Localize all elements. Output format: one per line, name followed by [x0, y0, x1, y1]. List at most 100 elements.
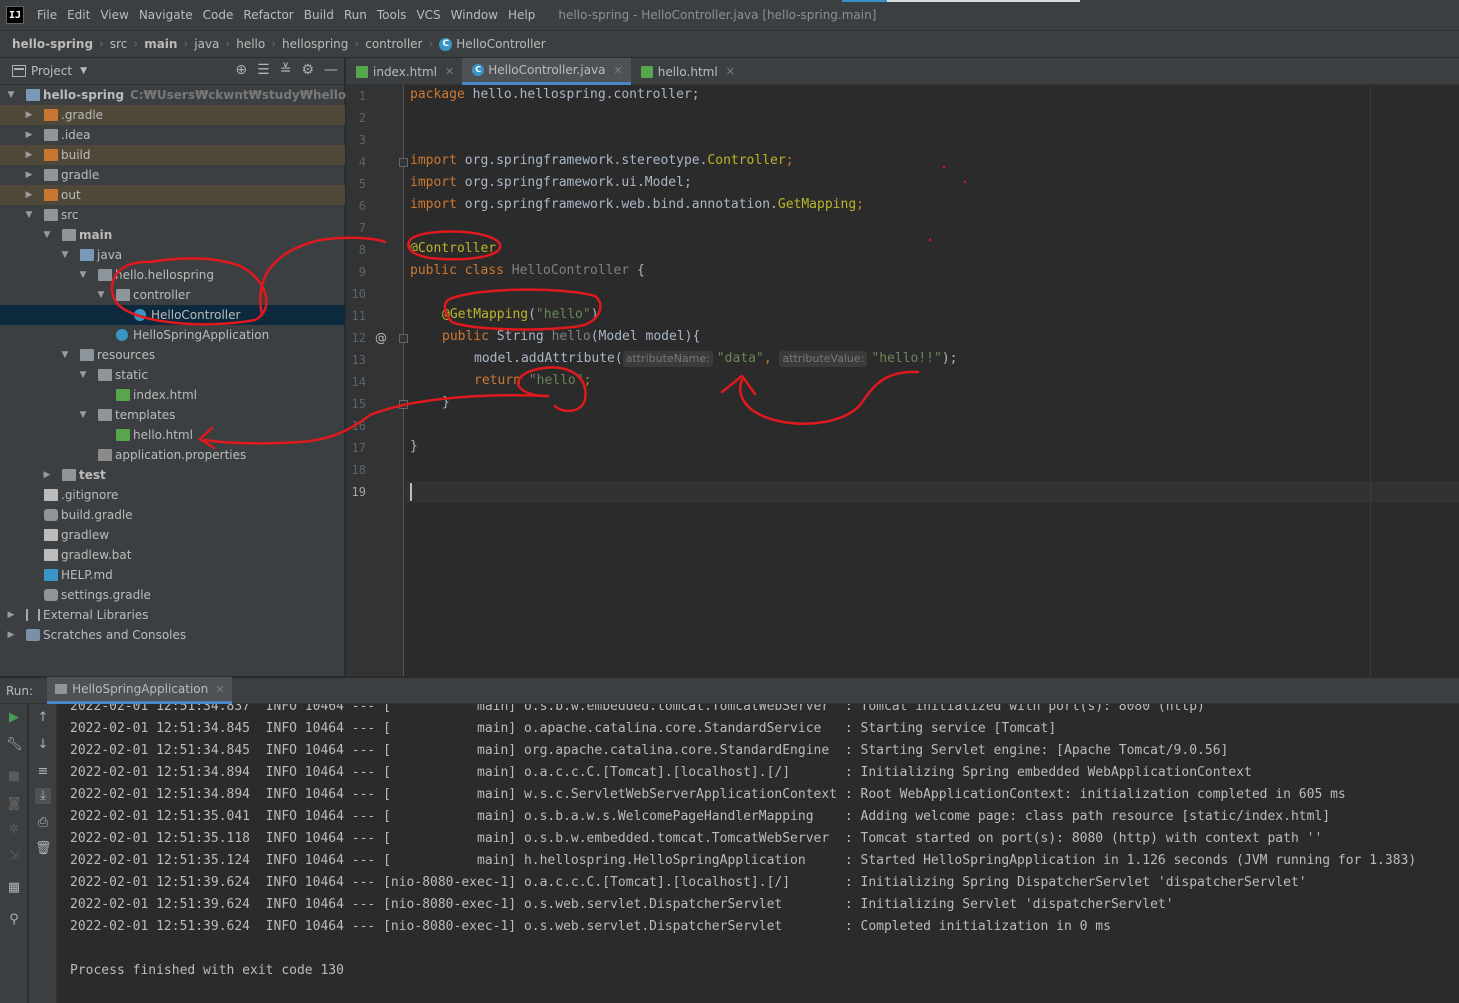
chevron-right-icon[interactable]: ▶	[41, 465, 53, 485]
trash-icon[interactable]: 🗑︎	[35, 841, 52, 857]
tree-item-controller[interactable]: ▼ controller	[0, 285, 345, 305]
tree-item-test[interactable]: ▶ test	[0, 465, 345, 485]
chevron-right-icon[interactable]: ▶	[23, 185, 35, 205]
chevron-down-icon[interactable]: ▼	[59, 345, 71, 365]
tab-hellocontroller-java[interactable]: C HelloController.java ✕	[462, 58, 631, 85]
breadcrumb-java[interactable]: java	[194, 37, 219, 51]
up-arrow-icon[interactable]: ↑	[35, 710, 51, 726]
menu-code[interactable]: Code	[198, 0, 239, 30]
tree-item-resources[interactable]: ▼ resources	[0, 345, 345, 365]
gear-icon[interactable]: ⚙	[301, 62, 314, 78]
breadcrumb-hello[interactable]: hello	[236, 37, 265, 51]
pin-icon[interactable]: ⚲	[6, 912, 22, 928]
chevron-right-icon[interactable]: ▶	[23, 165, 35, 185]
chevron-down-icon[interactable]: ▼	[77, 365, 89, 385]
tab-index-html[interactable]: index.html ✕	[346, 58, 462, 85]
tree-item-src[interactable]: ▼ src	[0, 205, 345, 225]
print-icon[interactable]: ⎙	[35, 815, 51, 831]
chevron-right-icon[interactable]: ▶	[23, 145, 35, 165]
chevron-right-icon[interactable]: ▶	[23, 105, 35, 125]
code-editor[interactable]: 1 2 3 4 5 6 7 8 9 10 11 12 13 14 15 16 1…	[346, 85, 1459, 676]
close-icon[interactable]: ✕	[726, 65, 735, 78]
breadcrumb-controller[interactable]: controller	[365, 37, 422, 51]
collapse-all-icon[interactable]: ≚	[280, 62, 292, 78]
tree-item-idea[interactable]: ▶ .idea	[0, 125, 345, 145]
layout-icon[interactable]: ▦	[6, 880, 22, 896]
fold-icon[interactable]	[399, 334, 408, 343]
stop-icon[interactable]: ■	[6, 769, 22, 785]
breadcrumb-src[interactable]: src	[110, 37, 128, 51]
menu-file[interactable]: File	[32, 0, 62, 30]
tree-item-main[interactable]: ▼ main	[0, 225, 345, 245]
fold-icon[interactable]	[399, 158, 408, 167]
close-icon[interactable]: ✕	[614, 64, 623, 77]
menu-run[interactable]: Run	[339, 0, 372, 30]
chevron-right-icon[interactable]: ▶	[5, 625, 17, 645]
menu-window[interactable]: Window	[446, 0, 503, 30]
menu-build[interactable]: Build	[299, 0, 339, 30]
chevron-right-icon[interactable]: ▶	[23, 125, 35, 145]
tree-item-gitignore[interactable]: .gitignore	[0, 485, 345, 505]
soft-wrap-icon[interactable]: ≡	[35, 764, 51, 780]
tree-item-build[interactable]: ▶ build	[0, 145, 345, 165]
chevron-down-icon[interactable]: ▼	[41, 225, 53, 245]
tree-item-hello-html[interactable]: hello.html	[0, 425, 345, 445]
chevron-down-icon[interactable]: ▼	[77, 405, 89, 425]
breadcrumb-main[interactable]: main	[144, 37, 177, 51]
breadcrumb-hellospring[interactable]: hellospring	[282, 37, 348, 51]
project-title[interactable]: Project	[31, 64, 72, 78]
chevron-down-icon[interactable]: ▼	[80, 66, 87, 76]
menu-edit[interactable]: Edit	[62, 0, 95, 30]
menu-help[interactable]: Help	[503, 0, 540, 30]
minimize-icon[interactable]: —	[324, 62, 338, 78]
tree-item-gradlew-bat[interactable]: gradlew.bat	[0, 545, 345, 565]
menu-vcs[interactable]: VCS	[411, 0, 445, 30]
tree-item-build-gradle[interactable]: build.gradle	[0, 505, 345, 525]
tree-item-gradle-dir[interactable]: ▶ .gradle	[0, 105, 345, 125]
menu-refactor[interactable]: Refactor	[238, 0, 298, 30]
tree-item-help-md[interactable]: HELP.md	[0, 565, 345, 585]
exit-icon[interactable]: ⇲	[6, 848, 22, 864]
tree-item-hellocontroller[interactable]: HelloController	[0, 305, 345, 325]
tab-hello-html[interactable]: hello.html ✕	[631, 58, 743, 85]
tree-item-out[interactable]: ▶ out	[0, 185, 345, 205]
tree-item-static[interactable]: ▼ static	[0, 365, 345, 385]
tree-item-settings-gradle[interactable]: settings.gradle	[0, 585, 345, 605]
chevron-right-icon[interactable]: ▶	[5, 605, 17, 625]
run-tab[interactable]: HelloSpringApplication ✕	[47, 677, 233, 704]
settings-icon[interactable]: ✲	[6, 822, 22, 838]
target-icon[interactable]: ⊕	[235, 62, 247, 78]
run-console[interactable]: 2022-02-01 12:51:34.837 INFO 10464 --- […	[58, 704, 1459, 1003]
breadcrumb-project[interactable]: hello-spring	[12, 37, 93, 51]
menu-navigate[interactable]: Navigate	[134, 0, 198, 30]
tree-item-gradlew[interactable]: gradlew	[0, 525, 345, 545]
implemented-marker-icon[interactable]: @	[375, 331, 387, 345]
tree-item-application-properties[interactable]: application.properties	[0, 445, 345, 465]
close-icon[interactable]: ✕	[445, 65, 454, 78]
camera-icon[interactable]: ◙	[6, 796, 22, 812]
tree-item-hellospringapplication[interactable]: HelloSpringApplication	[0, 325, 345, 345]
tree-item-external-libraries[interactable]: ▶ External Libraries	[0, 605, 345, 625]
chevron-down-icon[interactable]: ▼	[95, 285, 107, 305]
run-icon[interactable]: ▶	[6, 710, 22, 726]
chevron-down-icon[interactable]: ▼	[77, 265, 89, 285]
scroll-to-end-icon[interactable]: ⤓	[35, 788, 51, 804]
tree-item-templates[interactable]: ▼ templates	[0, 405, 345, 425]
wrench-icon[interactable]: 🔧︎	[6, 737, 23, 753]
chevron-down-icon[interactable]: ▼	[5, 85, 17, 105]
close-icon[interactable]: ✕	[215, 683, 224, 696]
tree-item-index-html[interactable]: index.html	[0, 385, 345, 405]
fold-icon[interactable]	[399, 400, 408, 409]
tree-item-gradle[interactable]: ▶ gradle	[0, 165, 345, 185]
menu-tools[interactable]: Tools	[372, 0, 412, 30]
expand-all-icon[interactable]: ☰	[257, 62, 270, 78]
tree-item-scratches[interactable]: ▶ Scratches and Consoles	[0, 625, 345, 645]
chevron-down-icon[interactable]: ▼	[59, 245, 71, 265]
tree-item-hello-spring[interactable]: ▼ hello-spring C:₩Users₩ckwnt₩study₩hello…	[0, 85, 394, 105]
breadcrumb-hellocontroller[interactable]: HelloController	[456, 37, 545, 51]
chevron-down-icon[interactable]: ▼	[23, 205, 35, 225]
tree-item-hello-hellospring[interactable]: ▼ hello.hellospring	[0, 265, 345, 285]
menu-view[interactable]: View	[95, 0, 133, 30]
tree-item-java[interactable]: ▼ java	[0, 245, 345, 265]
down-arrow-icon[interactable]: ↓	[35, 737, 51, 753]
